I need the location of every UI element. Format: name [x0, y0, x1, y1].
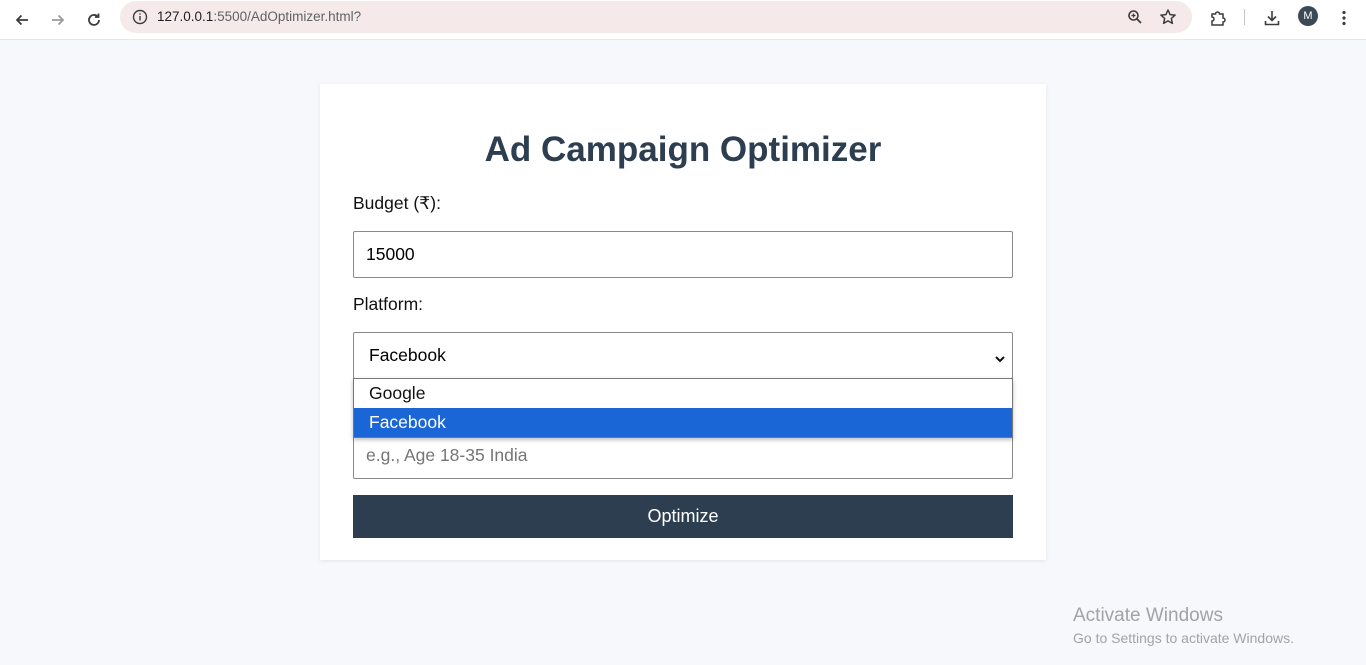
optimize-button[interactable]: Optimize	[353, 495, 1013, 538]
activate-windows-title: Activate Windows	[1073, 605, 1223, 626]
download-icon[interactable]	[1258, 4, 1286, 32]
back-arrow-icon[interactable]	[8, 6, 36, 34]
reload-icon[interactable]	[80, 6, 108, 34]
chevron-down-icon	[994, 349, 1006, 370]
platform-dropdown-list: Google Facebook	[353, 378, 1013, 438]
bookmark-star-icon[interactable]	[1156, 5, 1180, 29]
zoom-icon[interactable]	[1123, 5, 1147, 29]
budget-input-value: 15000	[366, 244, 415, 264]
url-path: :5500/AdOptimizer.html?	[213, 9, 362, 24]
optimizer-card: Ad Campaign Optimizer Budget (₹): 15000 …	[320, 84, 1046, 560]
toolbar-divider	[1244, 9, 1245, 25]
address-bar[interactable]: 127.0.0.1:5500/AdOptimizer.html?	[120, 1, 1192, 33]
activate-windows-subtitle: Go to Settings to activate Windows.	[1073, 630, 1294, 646]
platform-option-facebook[interactable]: Facebook	[354, 408, 1012, 437]
extensions-icon[interactable]	[1204, 4, 1232, 32]
url-host: 127.0.0.1	[157, 9, 214, 24]
platform-select[interactable]: Facebook	[353, 332, 1013, 379]
menu-kebab-icon[interactable]	[1330, 4, 1358, 32]
budget-input[interactable]: 15000	[353, 231, 1013, 278]
audience-placeholder: e.g., Age 18-35 India	[366, 445, 528, 465]
url-text: 127.0.0.1:5500/AdOptimizer.html?	[157, 9, 361, 24]
site-info-icon[interactable]	[128, 5, 152, 29]
profile-avatar[interactable]: M	[1298, 6, 1318, 26]
budget-label: Budget (₹):	[353, 193, 441, 213]
browser-toolbar: 127.0.0.1:5500/AdOptimizer.html? M	[0, 0, 1366, 40]
forward-arrow-icon[interactable]	[44, 6, 72, 34]
platform-option-google[interactable]: Google	[354, 379, 1012, 408]
platform-label: Platform:	[353, 294, 424, 314]
audience-input[interactable]: e.g., Age 18-35 India	[353, 432, 1013, 479]
page-title: Ad Campaign Optimizer	[484, 130, 882, 169]
platform-selected-value: Facebook	[369, 345, 446, 365]
